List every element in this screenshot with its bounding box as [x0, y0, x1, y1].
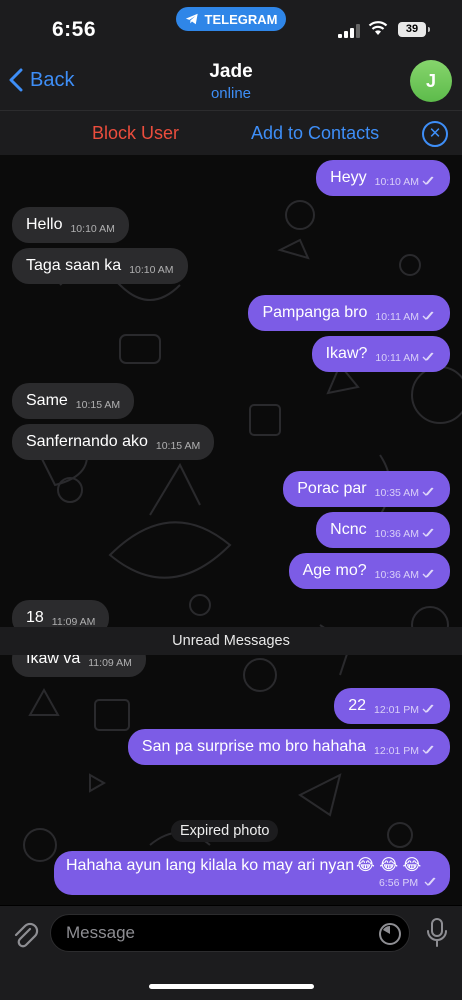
message-text: Hello [26, 216, 63, 233]
telegram-pill[interactable]: TELEGRAM [176, 7, 286, 31]
read-checkmarks-icon [422, 311, 434, 320]
attachment-paperclip-icon[interactable] [10, 920, 40, 950]
message-text: 18 [26, 609, 44, 626]
message-bubble-outgoing[interactable]: Ncnc 10:36 AM [316, 512, 450, 548]
read-checkmarks-icon [422, 745, 434, 754]
contact-name[interactable]: Jade [0, 61, 462, 83]
message-bubble-outgoing[interactable]: Porac par 10:35 AM [283, 471, 450, 507]
message-time: 10:10 AM [374, 176, 419, 188]
message-time: 10:11 AM [375, 311, 419, 323]
message-time: 10:36 AM [374, 569, 419, 581]
cellular-signal-icon [338, 24, 360, 38]
clock: 6:56 [52, 18, 97, 41]
message-time: 6:56 PM [378, 877, 419, 889]
message-bubble-outgoing[interactable]: San pa surprise mo bro hahaha 12:01 PM [127, 729, 450, 765]
message-input[interactable] [50, 914, 410, 952]
message-time: 11:09 AM [88, 657, 132, 669]
message-bubble-outgoing[interactable]: Ikaw? 10:11 AM [311, 336, 450, 372]
message-bubble-incoming[interactable]: Hello 10:10 AM [12, 207, 129, 243]
emoji-text: 😂 😂 😂 [356, 857, 422, 874]
message-text: Ikaw? [325, 345, 368, 362]
message-text: 22 [348, 697, 367, 714]
message-text: Taga saan ka [26, 257, 122, 274]
telegram-icon [185, 13, 198, 25]
message-text: Pampanga bro [262, 304, 368, 321]
expired-photo-notice[interactable]: Expired photo [171, 820, 279, 842]
message-time: 10:10 AM [129, 264, 174, 276]
message-bubble-outgoing[interactable]: Age mo? 10:36 AM [288, 553, 450, 589]
read-checkmarks-icon [424, 877, 436, 886]
message-time: 10:35 AM [374, 487, 419, 499]
self-destruct-timer-icon[interactable] [378, 922, 402, 946]
read-checkmarks-icon [422, 704, 434, 713]
message-bubble-incoming[interactable]: Taga saan ka 10:10 AM [12, 248, 188, 284]
message-time: 10:10 AM [70, 223, 115, 235]
microphone-icon[interactable] [426, 918, 448, 948]
message-text: Age mo? [302, 562, 367, 579]
message-bubble-incoming[interactable]: Same 10:15 AM [12, 383, 135, 419]
message-text: Ncnc [330, 521, 367, 538]
message-bubble-incoming[interactable]: Sanfernando ako 10:15 AM [12, 424, 215, 460]
read-checkmarks-icon [422, 352, 434, 361]
message-bubble-outgoing[interactable]: Pampanga bro 10:11 AM [248, 295, 450, 331]
wifi-icon [368, 21, 388, 35]
read-checkmarks-icon [422, 487, 434, 496]
message-text: Sanfernando ako [26, 433, 148, 450]
chat-header: Back Jade online J [0, 52, 462, 110]
message-text: Porac par [297, 480, 367, 497]
message-time: 10:15 AM [75, 399, 121, 411]
message-bubble-outgoing[interactable]: Hahaha ayun lang kilala ko may ari nyan 😂… [54, 851, 450, 895]
close-icon[interactable]: ✕ [422, 121, 448, 147]
message-text: Same [26, 392, 68, 409]
message-time: 12:01 PM [374, 745, 419, 757]
message-bubble-outgoing[interactable]: 22 12:01 PM [334, 688, 450, 724]
telegram-pill-label: TELEGRAM [204, 11, 278, 27]
message-time: 10:11 AM [375, 352, 419, 364]
battery-indicator: 39 [398, 22, 430, 37]
home-indicator [149, 984, 314, 989]
read-checkmarks-icon [422, 569, 434, 578]
message-time: 12:01 PM [374, 704, 419, 716]
avatar[interactable]: J [410, 60, 452, 102]
add-to-contacts-button[interactable]: Add to Contacts [251, 123, 379, 144]
composer-bar [0, 906, 462, 1000]
contact-action-bar: Block User Add to Contacts ✕ [0, 110, 462, 155]
unread-messages-divider: Unread Messages [0, 627, 462, 655]
status-bar: 6:56 TELEGRAM 39 [0, 0, 462, 52]
message-time: 10:15 AM [155, 440, 201, 452]
read-checkmarks-icon [422, 176, 434, 185]
message-text: San pa surprise mo bro hahaha [141, 738, 367, 755]
message-text: Hahaha ayun lang kilala ko may ari nyan [66, 857, 355, 874]
read-checkmarks-icon [422, 528, 434, 537]
message-text: Heyy [330, 169, 367, 186]
block-user-button[interactable]: Block User [92, 123, 179, 144]
contact-status: online [210, 85, 252, 102]
message-time: 10:36 AM [374, 528, 419, 540]
message-bubble-outgoing[interactable]: Heyy 10:10 AM [316, 160, 450, 196]
